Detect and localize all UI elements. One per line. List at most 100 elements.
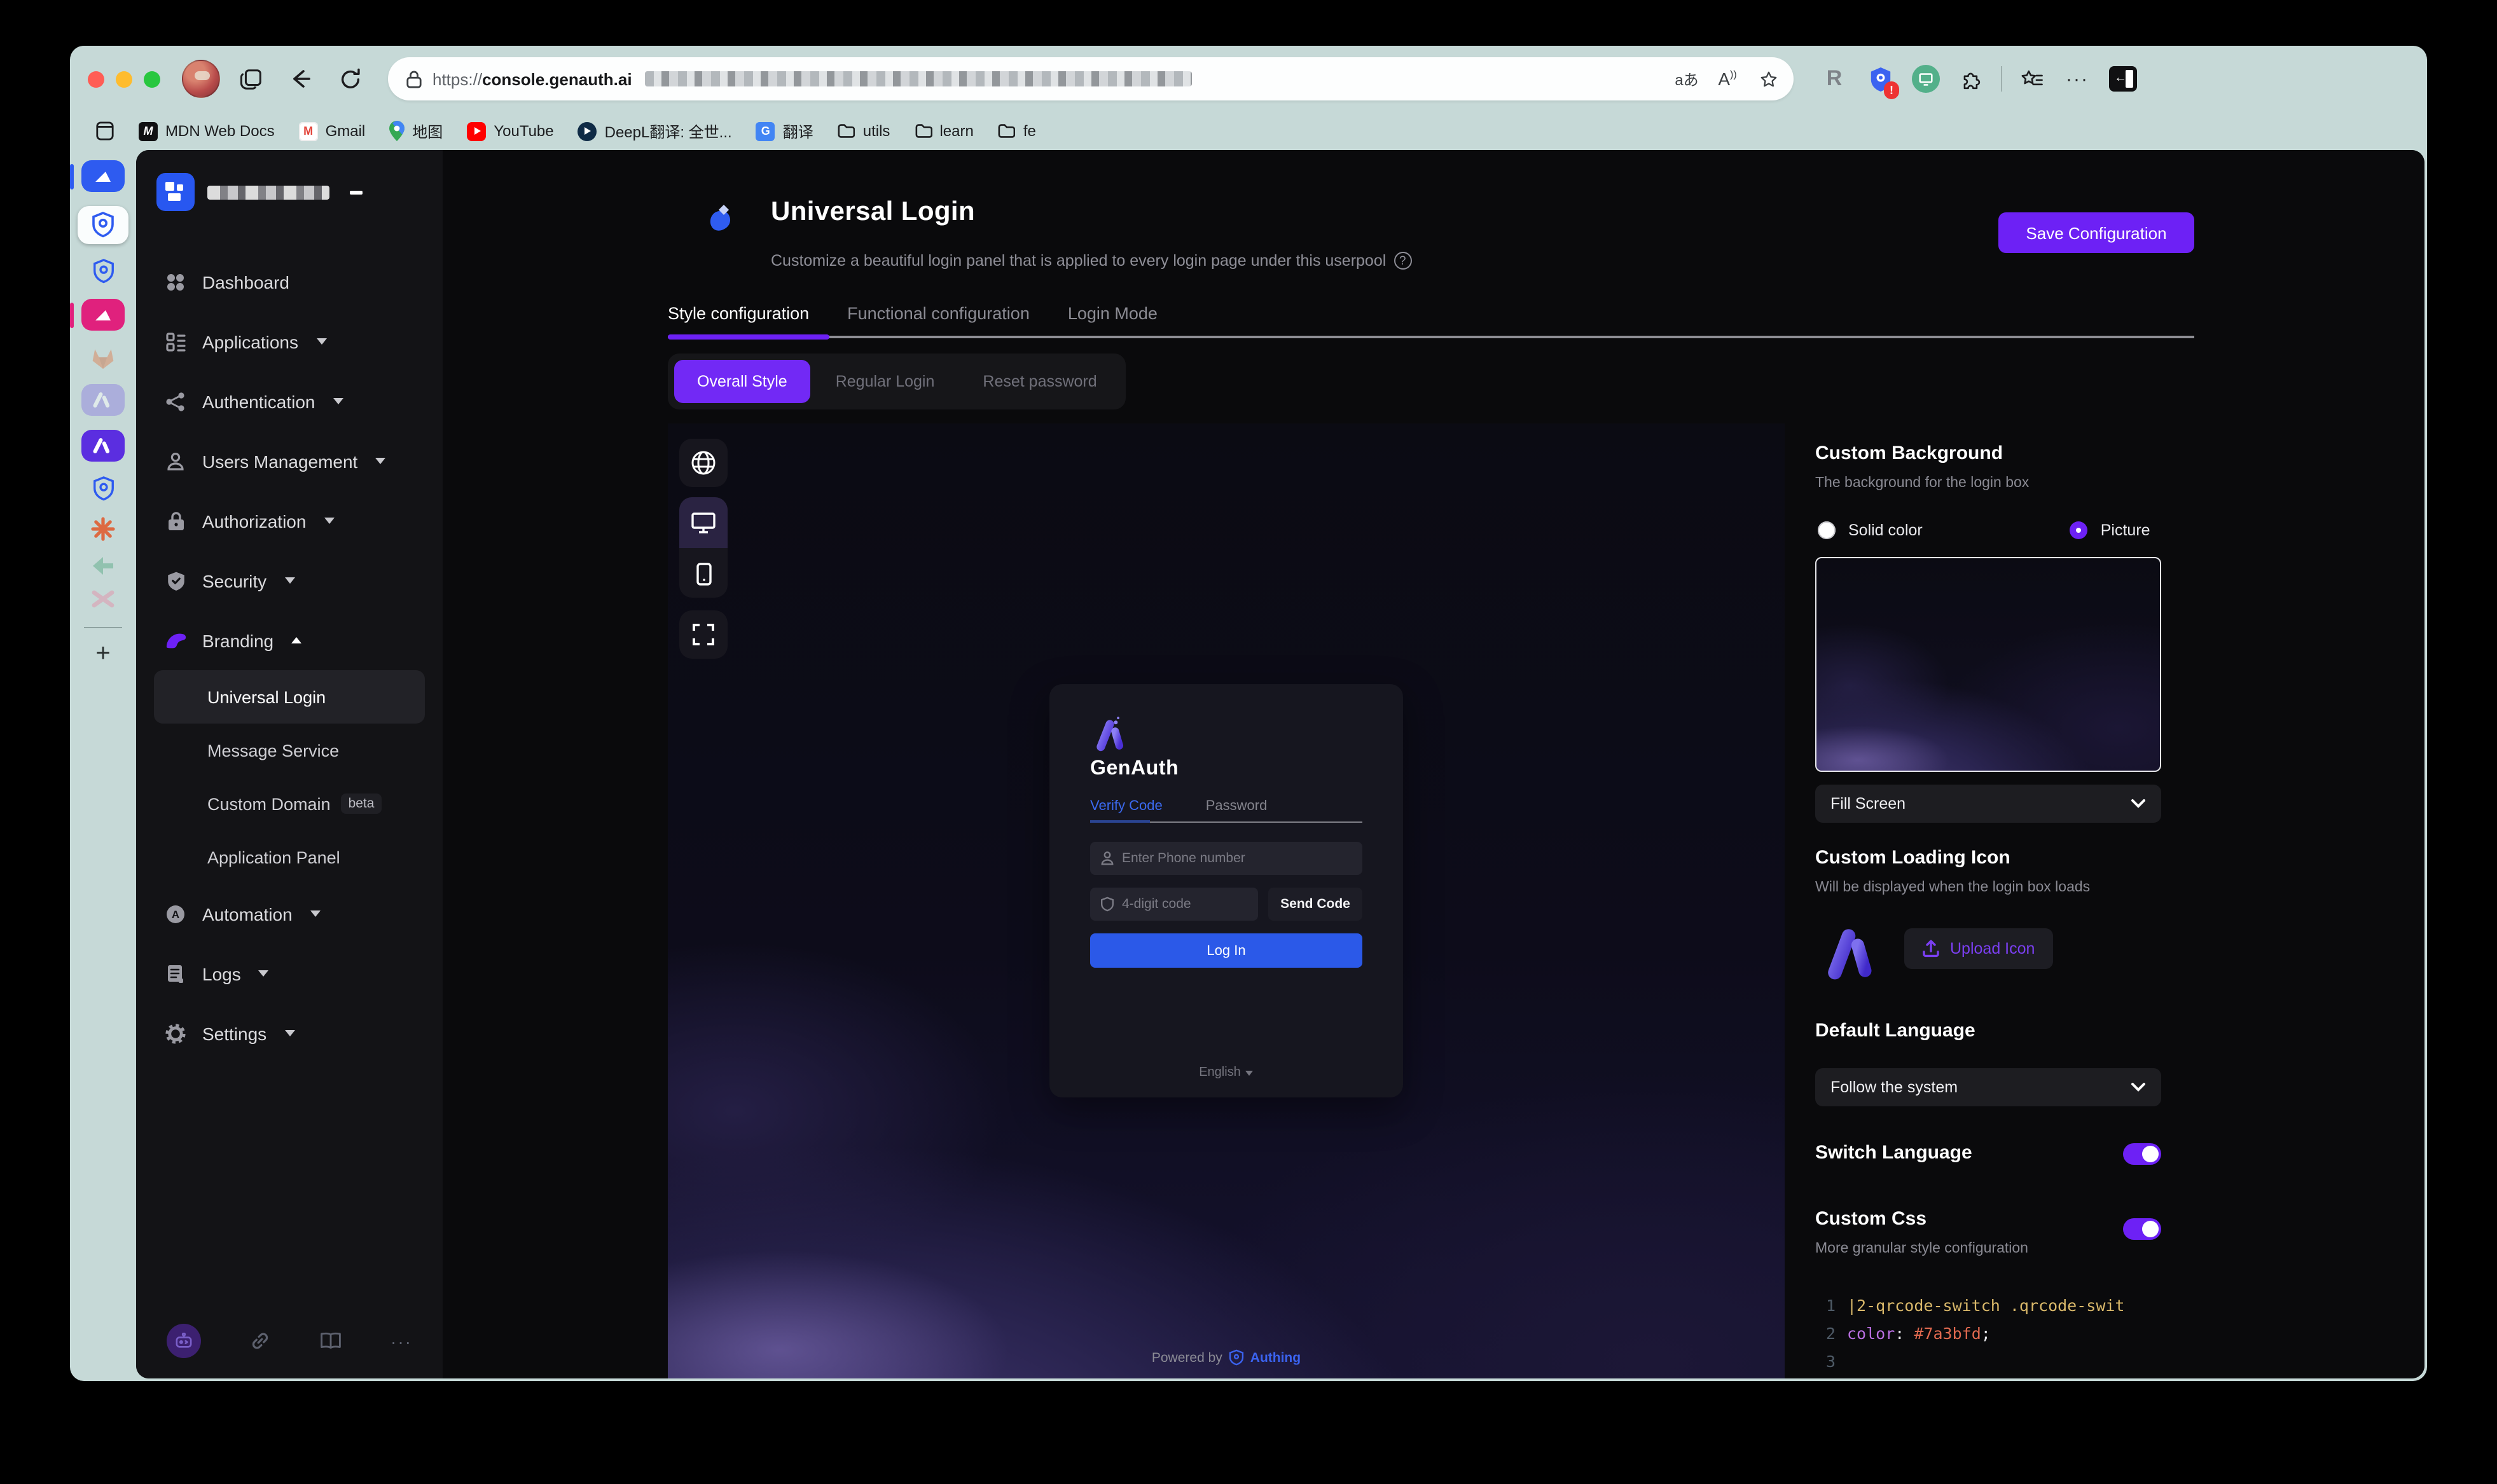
powered-by: Powered by Authing	[668, 1349, 1785, 1366]
sidebar-item-security[interactable]: Security	[154, 551, 425, 610]
svg-text:A: A	[172, 908, 179, 920]
close-window-button[interactable]	[88, 71, 104, 87]
login-preview-canvas: GenAuth Verify Code Password Enter Phone…	[668, 423, 1785, 1378]
sidebar-item-applications[interactable]: Applications	[154, 312, 425, 371]
bookmark-gmail[interactable]: MGmail	[299, 121, 366, 141]
phone-number-input[interactable]: Enter Phone number	[1090, 842, 1362, 875]
tab-favicon-genauth-purple[interactable]	[81, 430, 125, 462]
bookmark-youtube[interactable]: YouTube	[467, 121, 553, 141]
custom-css-toggle[interactable]	[2123, 1218, 2161, 1240]
fullscreen-button[interactable]	[679, 610, 728, 659]
workspaces-icon[interactable]	[95, 121, 114, 141]
main-content: Universal Login Customize a beautiful lo…	[443, 150, 2424, 1378]
tab-favicon-pink-app[interactable]	[81, 299, 125, 331]
language-selector[interactable]: English	[1049, 1066, 1403, 1080]
maximize-window-button[interactable]	[144, 71, 160, 87]
tab-favicon-blue-app[interactable]	[81, 160, 125, 192]
desktop-view-button[interactable]	[679, 497, 728, 548]
youtube-icon	[467, 121, 486, 141]
sidebar-item-message-service[interactable]: Message Service	[154, 724, 425, 777]
profile-avatar[interactable]	[182, 60, 220, 98]
shield-extension-icon[interactable]: !	[1864, 62, 1897, 95]
screen-extension-icon[interactable]	[1909, 62, 1942, 95]
picture-radio[interactable]	[2070, 521, 2088, 539]
default-language-select[interactable]: Follow the system	[1815, 1068, 2161, 1106]
sidebar-item-application-panel[interactable]: Application Panel	[154, 830, 425, 884]
log-in-button[interactable]: Log In	[1090, 933, 1362, 968]
tab-favicon-shield-2[interactable]	[91, 476, 115, 502]
sidebar-item-authentication[interactable]: Authentication	[154, 371, 425, 431]
sidebar-item-custom-domain[interactable]: Custom Domainbeta	[154, 777, 425, 830]
tab-favicon-genauth-light[interactable]	[81, 384, 125, 416]
bookmark-maps[interactable]: 地图	[389, 120, 443, 142]
subtab-regular-login[interactable]: Regular Login	[813, 360, 958, 403]
tab-verify-code[interactable]: Verify Code	[1090, 799, 1163, 814]
bookmark-translate[interactable]: G翻译	[756, 120, 813, 142]
docs-book-icon[interactable]	[319, 1331, 342, 1350]
tab-favicon-green-app[interactable]	[92, 556, 114, 576]
tab-style-configuration[interactable]: Style configuration	[668, 304, 809, 323]
maps-pin-icon	[389, 121, 405, 141]
subtab-reset-password[interactable]: Reset password	[960, 360, 1119, 403]
genauth-logo	[1090, 715, 1128, 753]
tab-password[interactable]: Password	[1206, 799, 1268, 814]
bookmark-folder-fe[interactable]: fe	[998, 122, 1036, 140]
css-code-line-1[interactable]: 1 |2-qrcode-switch .qrcode-swit	[1815, 1292, 2171, 1320]
tab-overview-icon[interactable]	[232, 60, 270, 98]
bookmark-folder-learn[interactable]: learn	[914, 122, 973, 140]
sidebar-item-universal-login[interactable]: Universal Login	[154, 670, 425, 724]
sidebar-item-authorization[interactable]: Authorization	[154, 491, 425, 551]
preview-language-globe-button[interactable]	[679, 439, 728, 487]
bookmark-star-icon[interactable]	[1750, 61, 1786, 97]
translate-page-icon[interactable]: aあ	[1669, 61, 1705, 97]
assistant-robot-icon[interactable]	[167, 1324, 201, 1358]
tab-favicon-x-app[interactable]	[90, 590, 116, 608]
switch-language-toggle[interactable]	[2123, 1143, 2161, 1165]
upload-icon-button[interactable]: Upload Icon	[1904, 928, 2052, 969]
new-tab-button[interactable]: +	[95, 642, 110, 665]
sidebar-more-icon[interactable]: ···	[391, 1331, 412, 1351]
sidebar-item-automation[interactable]: A Automation	[154, 884, 425, 944]
solid-color-radio[interactable]	[1818, 521, 1836, 539]
subtab-overall-style[interactable]: Overall Style	[674, 360, 810, 403]
help-icon[interactable]: ?	[1394, 252, 1411, 270]
sidebar-item-users-management[interactable]: Users Management	[154, 431, 425, 491]
tab-functional-configuration[interactable]: Functional configuration	[847, 304, 1030, 323]
link-icon[interactable]	[249, 1330, 271, 1352]
tab-favicon-genauth-active[interactable]	[78, 206, 128, 244]
bookmark-deepl[interactable]: DeepL翻译: 全世...	[578, 120, 732, 142]
mdn-icon: M	[139, 121, 158, 141]
minimize-window-button[interactable]	[116, 71, 132, 87]
background-picture-preview[interactable]	[1815, 557, 2161, 772]
login-method-tabs: Verify Code Password	[1090, 799, 1267, 814]
tab-favicon-shield[interactable]	[91, 258, 115, 285]
extensions-puzzle-icon[interactable]	[1955, 62, 1988, 95]
tab-favicon-starburst[interactable]	[90, 516, 116, 542]
switch-language-title: Switch Language	[1815, 1142, 1972, 1164]
bookmark-folder-utils[interactable]: utils	[838, 122, 890, 140]
tab-login-mode[interactable]: Login Mode	[1068, 304, 1158, 323]
workspace-switcher[interactable]	[154, 170, 425, 219]
extension-r-icon[interactable]: R	[1818, 62, 1851, 95]
css-code-line-2[interactable]: 2 color: #7a3bfd;	[1815, 1320, 2171, 1348]
background-fit-select[interactable]: Fill Screen	[1815, 785, 2161, 823]
applications-icon	[164, 330, 187, 353]
favorites-collections-icon[interactable]	[2015, 62, 2048, 95]
css-code-line-3[interactable]: 3	[1815, 1348, 2171, 1376]
verification-code-input[interactable]: 4-digit code	[1090, 888, 1258, 921]
tab-favicon-gitlab[interactable]	[89, 345, 117, 370]
mobile-view-button[interactable]	[679, 548, 728, 598]
sidebar-item-logs[interactable]: Logs	[154, 944, 425, 1003]
bookmark-mdn[interactable]: MMDN Web Docs	[139, 121, 275, 141]
sidebar-item-branding[interactable]: Branding	[154, 610, 425, 670]
sidebar-toggle-icon[interactable]: ←	[2106, 62, 2140, 95]
address-bar[interactable]: https:// console.genauth.ai aあ A))	[388, 57, 1794, 100]
sidebar-item-dashboard[interactable]: Dashboard	[154, 252, 425, 312]
reload-button[interactable]	[331, 60, 369, 98]
sidebar-item-settings[interactable]: Settings	[154, 1003, 425, 1063]
read-aloud-icon[interactable]: A))	[1710, 61, 1745, 97]
send-code-button[interactable]: Send Code	[1268, 888, 1362, 921]
back-button[interactable]	[281, 60, 319, 98]
more-menu-icon[interactable]: ···	[2061, 62, 2094, 95]
gmail-icon: M	[299, 121, 318, 141]
